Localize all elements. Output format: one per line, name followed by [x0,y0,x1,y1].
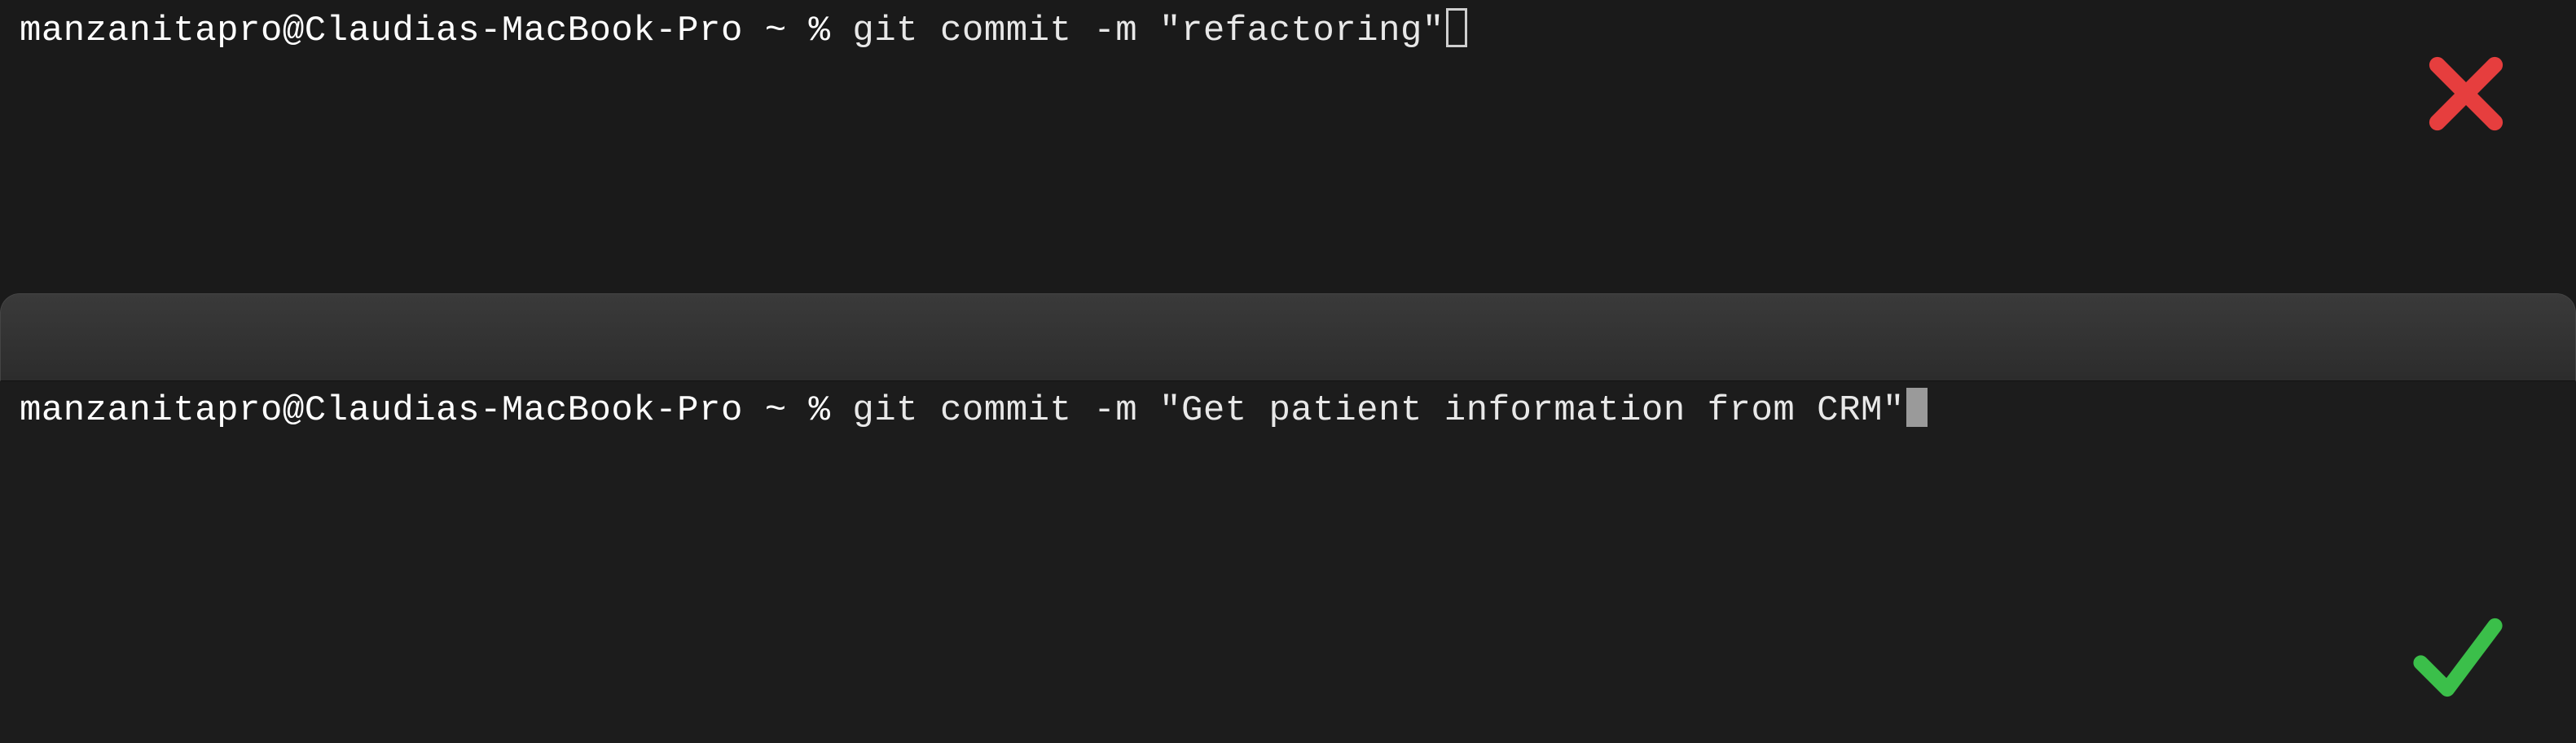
cursor-block [1906,388,1928,427]
cursor-outline [1446,8,1467,47]
shell-command: git commit -m "Get patient information f… [852,390,1904,431]
cross-icon [2421,49,2511,138]
shell-prompt: manzanitapro@Claudias-MacBook-Pro ~ % [20,390,852,431]
shell-command: git commit -m "refactoring" [852,11,1444,51]
shell-prompt: manzanitapro@Claudias-MacBook-Pro ~ % [20,11,852,51]
terminal-line[interactable]: manzanitapro@Claudias-MacBook-Pro ~ % gi… [0,7,2576,55]
terminal-pane-good[interactable]: manzanitapro@Claudias-MacBook-Pro ~ % gi… [0,381,2576,743]
terminal-line[interactable]: manzanitapro@Claudias-MacBook-Pro ~ % gi… [0,386,2576,435]
terminal-pane-bad[interactable]: manzanitapro@Claudias-MacBook-Pro ~ % gi… [0,0,2576,293]
check-icon [2405,605,2511,710]
window-titlebar [0,293,2576,381]
